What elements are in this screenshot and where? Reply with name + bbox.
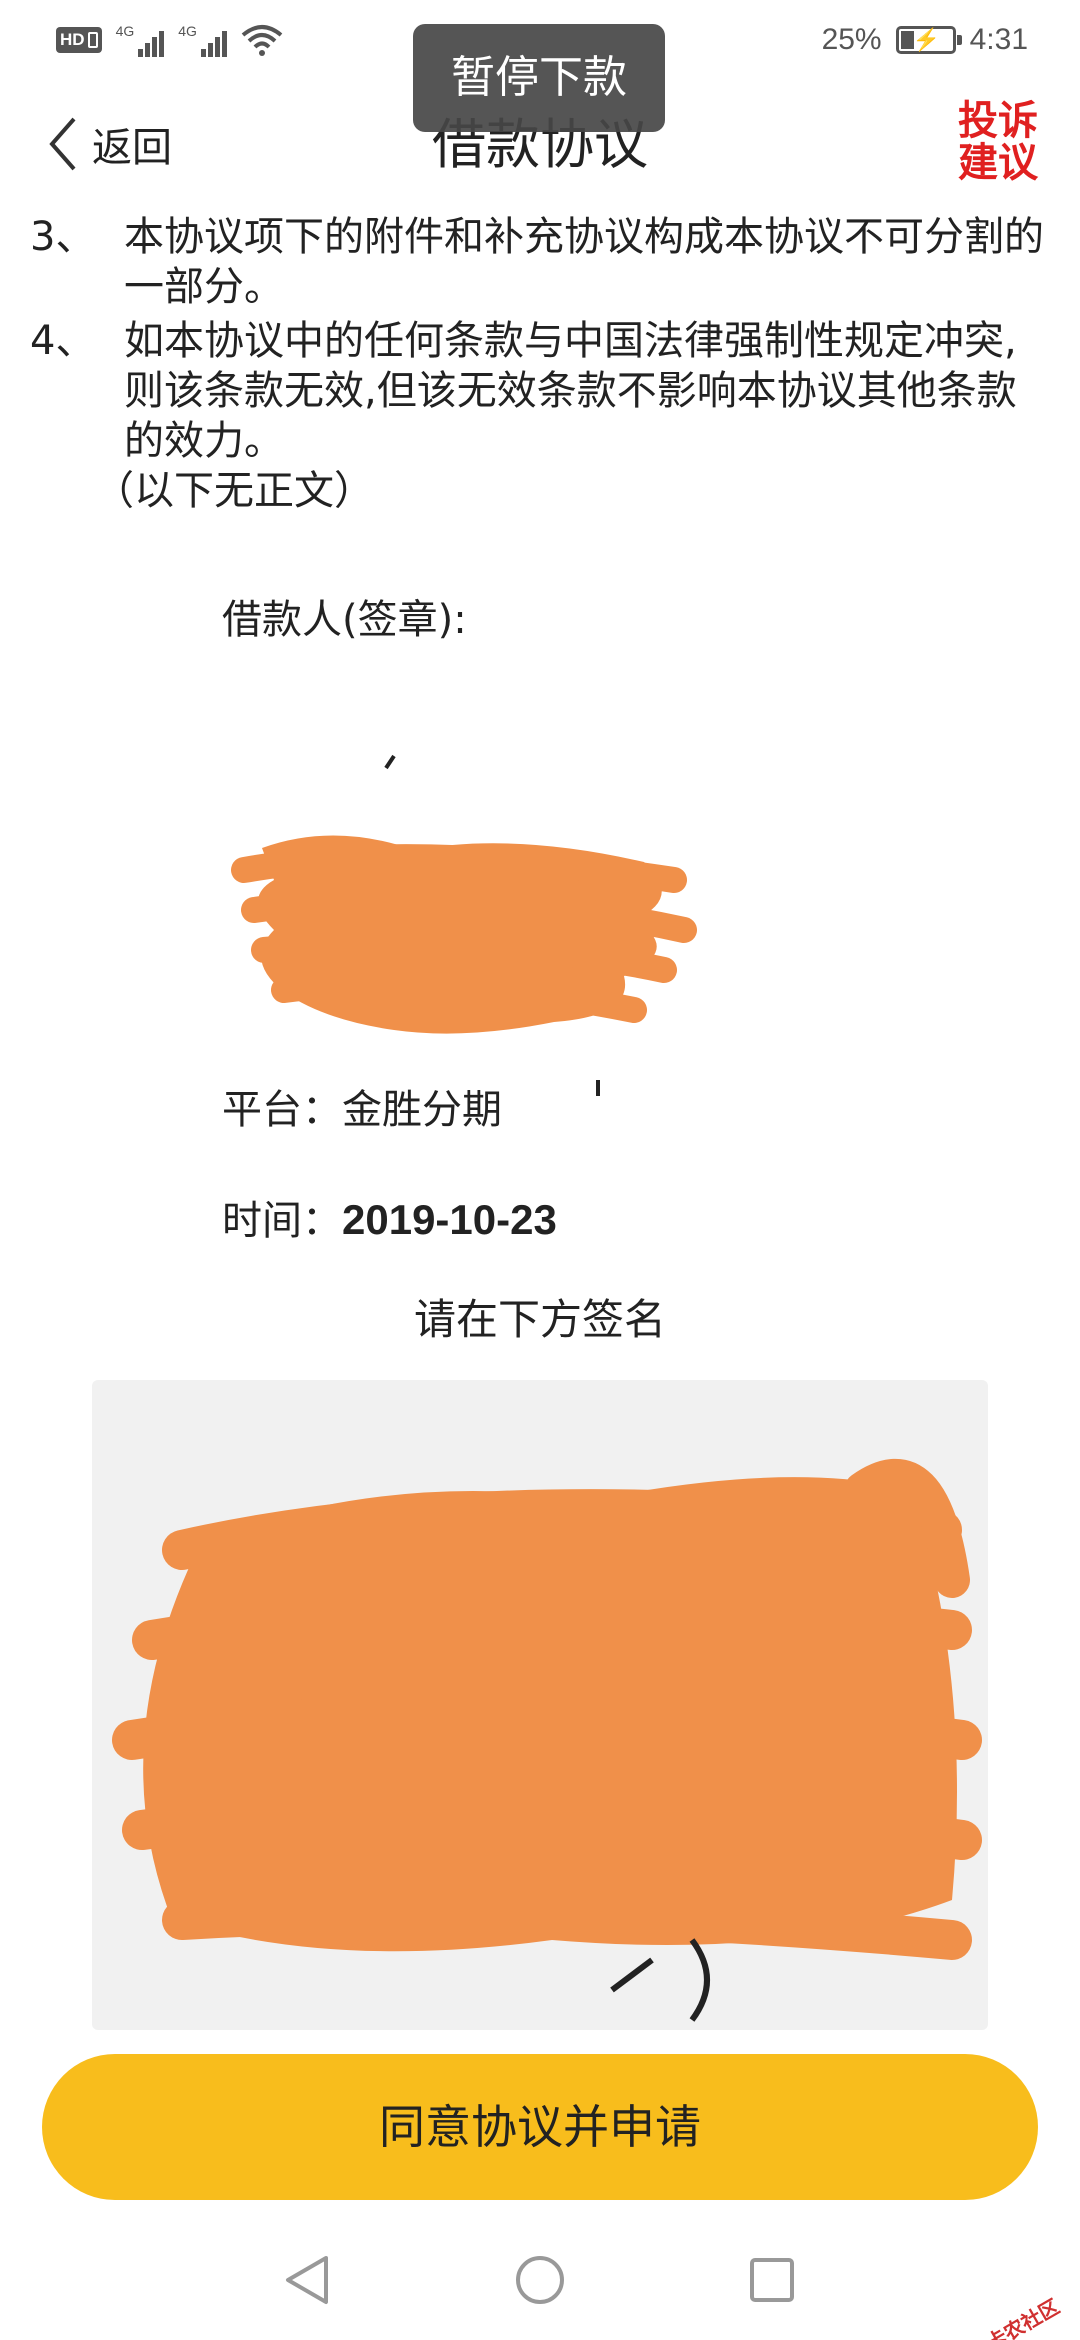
- time-value: 2019-10-23: [342, 1196, 557, 1243]
- time-label: 时间：: [222, 1198, 342, 1244]
- agree-and-apply-button[interactable]: 同意协议并申请: [42, 2054, 1038, 2200]
- sign-below-hint: 请在下方签名: [413, 1295, 666, 1344]
- contract-body: 3、 本协议项下的附件和补充协议构成本协议不可分割的一部分。 4、 如本协议中的…: [0, 212, 1080, 516]
- clock: 4:31: [969, 23, 1028, 56]
- clause-text: 如本协议中的任何条款与中国法律强制性规定冲突,则该条款无效,但该无效条款不影响本…: [124, 318, 1017, 464]
- signal-icon-2: 4G: [178, 23, 227, 57]
- watermark: 卡农社区: [974, 2264, 1070, 2340]
- redacted-signature-scribble: [231, 754, 697, 1096]
- toast-message: 暂停下款: [413, 24, 665, 132]
- complaint-suggestion-button[interactable]: 投诉 建议: [956, 100, 1040, 184]
- nav-home-icon: [516, 2256, 564, 2304]
- platform-label: 平台：: [222, 1087, 342, 1133]
- nav-back-button[interactable]: [278, 2250, 338, 2310]
- hd-voice-icon: HD: [56, 27, 102, 53]
- clause-item: 3、 本协议项下的附件和补充协议构成本协议不可分割的一部分。: [0, 212, 1080, 312]
- platform-row: 平台：金胜分期: [222, 1080, 502, 1140]
- status-left: HD 4G 4G: [56, 20, 283, 60]
- borrower-signature-label: 借款人(签章):: [222, 597, 467, 643]
- end-of-text-note: （以下无正文）: [94, 468, 374, 514]
- battery-percent: 25%: [821, 23, 882, 56]
- clause-number: 4、: [30, 318, 96, 364]
- status-right: 25% ⚡ 4:31: [822, 20, 1028, 60]
- complain-label-line2: 建议: [958, 140, 1038, 186]
- hd-label: HD: [60, 30, 85, 49]
- signal-icon: 4G: [116, 23, 165, 57]
- nav-back-icon: [286, 2256, 328, 2304]
- clause-item: 4、 如本协议中的任何条款与中国法律强制性规定冲突,则该条款无效,但该无效条款不…: [0, 316, 1080, 466]
- complain-label-line1: 投诉: [958, 98, 1038, 144]
- nav-recent-button[interactable]: [742, 2250, 802, 2310]
- watermark-text: 卡农社区: [982, 2294, 1064, 2340]
- network-type-2: 4G: [178, 23, 197, 39]
- system-nav-bar: 卡农社区: [0, 2220, 1080, 2340]
- wifi-icon: [241, 25, 283, 56]
- network-type-1: 4G: [115, 23, 135, 39]
- clause-text: 本协议项下的附件和补充协议构成本协议不可分割的一部分。: [124, 214, 1044, 310]
- nav-home-button[interactable]: [510, 2250, 570, 2310]
- nav-recent-icon: [750, 2258, 794, 2302]
- signature-block: 借款人(签章): 平台：金胜分期 时间：2019-10-23: [0, 590, 1080, 1310]
- clause-number: 3、: [30, 214, 96, 260]
- battery-charging-icon: ⚡: [895, 26, 962, 54]
- signature-pad[interactable]: [92, 1380, 988, 2030]
- time-row: 时间：2019-10-23: [222, 1190, 557, 1251]
- charging-bolt-icon: ⚡: [912, 27, 941, 52]
- platform-value: 金胜分期: [342, 1087, 502, 1133]
- redacted-signature-scribble-large: [112, 1458, 982, 2022]
